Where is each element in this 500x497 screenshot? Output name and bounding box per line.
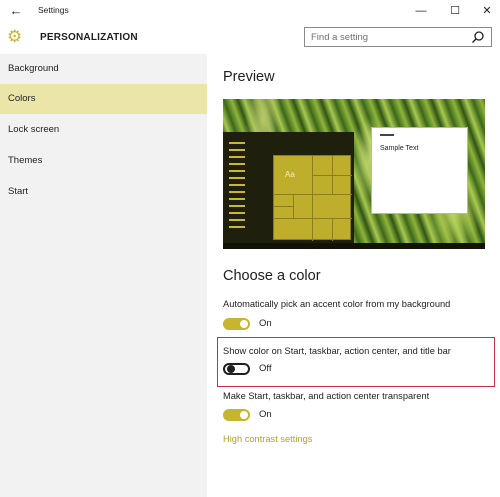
theme-preview: Aa Sample Text xyxy=(223,99,485,249)
preview-menu-line xyxy=(229,191,245,193)
search-input[interactable]: Find a setting xyxy=(304,27,492,47)
tile-divider xyxy=(312,156,313,241)
tile-divider xyxy=(293,194,294,218)
transparent-state: On xyxy=(259,409,272,420)
preview-menu-line xyxy=(229,198,245,200)
preview-menu-line xyxy=(229,142,245,144)
preview-window: Sample Text xyxy=(371,127,468,214)
tile-divider xyxy=(274,194,352,195)
search-placeholder: Find a setting xyxy=(311,32,369,43)
transparent-toggle[interactable] xyxy=(223,409,250,421)
auto-accent-label: Automatically pick an accent color from … xyxy=(223,299,451,309)
auto-accent-toggle[interactable] xyxy=(223,318,250,330)
maximize-button[interactable]: ☐ xyxy=(446,2,464,20)
preview-menu-line xyxy=(229,149,245,151)
high-contrast-link[interactable]: High contrast settings xyxy=(223,434,312,444)
title-bar: ← Settings — ☐ ✕ xyxy=(0,0,500,22)
preview-menu-line xyxy=(229,184,245,186)
back-arrow-icon[interactable]: ← xyxy=(8,3,24,19)
minimize-button[interactable]: — xyxy=(412,2,430,20)
sidebar-item-themes[interactable]: Themes xyxy=(0,146,207,176)
gear-icon: ⚙ xyxy=(7,27,23,46)
toggle-knob xyxy=(240,411,248,419)
toggle-knob xyxy=(227,365,235,373)
sidebar-item-background[interactable]: Background xyxy=(0,54,207,84)
preview-heading: Preview xyxy=(223,69,275,85)
page-title: PERSONALIZATION xyxy=(40,32,138,43)
preview-menu-line xyxy=(229,226,245,228)
auto-accent-state: On xyxy=(259,318,272,329)
preview-menu-line xyxy=(229,212,245,214)
preview-menu-line xyxy=(229,219,245,221)
toggle-knob xyxy=(240,320,248,328)
sidebar: Background Colors Lock screen Themes Sta… xyxy=(0,54,207,497)
preview-start-menu: Aa xyxy=(223,132,354,243)
preview-taskbar xyxy=(223,243,485,249)
preview-menu-line xyxy=(229,163,245,165)
preview-tiles xyxy=(273,155,352,241)
sidebar-item-colors[interactable]: Colors xyxy=(0,84,207,114)
preview-window-bar xyxy=(380,134,394,136)
main-content: Preview Aa Sample Text Choose a color Au… xyxy=(207,54,500,497)
close-button[interactable]: ✕ xyxy=(478,2,496,20)
preview-menu-line xyxy=(229,170,245,172)
choose-color-heading: Choose a color xyxy=(223,268,321,284)
preview-tile-text: Aa xyxy=(285,170,295,179)
tile-divider xyxy=(312,175,352,176)
search-icon[interactable] xyxy=(471,30,485,44)
preview-menu-line xyxy=(229,177,245,179)
window-title: Settings xyxy=(38,5,69,15)
show-color-toggle[interactable] xyxy=(223,363,250,375)
transparent-label: Make Start, taskbar, and action center t… xyxy=(223,391,430,401)
preview-menu-line xyxy=(229,205,245,207)
preview-sample-text: Sample Text xyxy=(380,145,419,152)
tile-divider xyxy=(332,218,333,241)
sidebar-item-lock-screen[interactable]: Lock screen xyxy=(0,115,207,145)
highlight-box xyxy=(217,337,495,387)
show-color-label: Show color on Start, taskbar, action cen… xyxy=(223,346,451,356)
tile-divider xyxy=(274,218,352,219)
page-header: ⚙ PERSONALIZATION Find a setting xyxy=(0,22,500,54)
sidebar-item-start[interactable]: Start xyxy=(0,177,207,207)
tile-divider xyxy=(274,206,293,207)
preview-menu-line xyxy=(229,156,245,158)
show-color-state: Off xyxy=(259,363,272,374)
